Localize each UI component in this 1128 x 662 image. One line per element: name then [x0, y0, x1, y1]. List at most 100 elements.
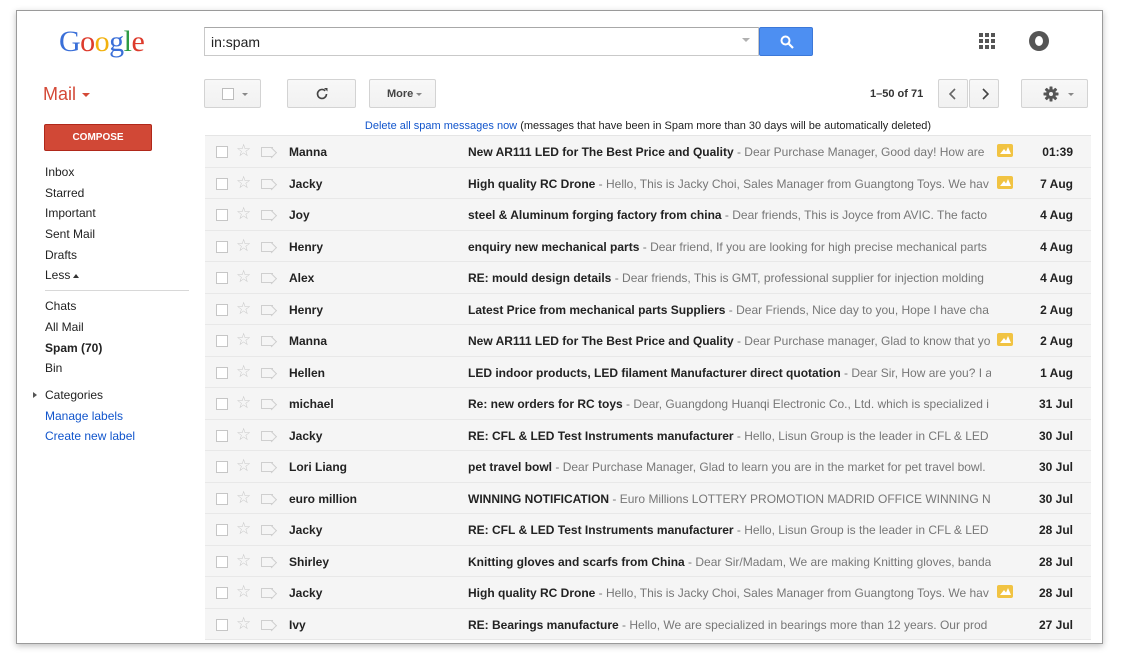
importance-marker-icon[interactable] [261, 556, 273, 567]
refresh-button[interactable] [287, 79, 356, 108]
google-logo[interactable]: Google [59, 25, 145, 59]
row-checkbox[interactable] [216, 618, 228, 631]
sidebar-item-drafts[interactable]: Drafts [45, 245, 195, 266]
row-checkbox[interactable] [216, 146, 228, 158]
row-checkbox[interactable] [216, 366, 228, 379]
star-icon[interactable]: ☆ [236, 362, 251, 381]
sidebar-item-categories[interactable]: Categories [33, 385, 195, 406]
importance-marker-icon[interactable] [261, 210, 273, 220]
account-avatar-icon[interactable] [1029, 31, 1049, 51]
newer-button[interactable] [938, 79, 968, 108]
sidebar-item-sent-mail[interactable]: Sent Mail [45, 224, 195, 245]
row-checkbox[interactable] [216, 492, 228, 505]
row-checkbox[interactable] [216, 524, 228, 536]
select-all-button[interactable] [204, 79, 261, 108]
star-icon[interactable]: ☆ [236, 205, 251, 223]
star-icon[interactable]: ☆ [236, 614, 251, 633]
importance-marker-icon[interactable] [261, 147, 273, 157]
row-checkbox[interactable] [216, 587, 228, 599]
star-icon[interactable]: ☆ [236, 236, 251, 255]
row-checkbox[interactable] [216, 555, 228, 568]
sidebar-item-chats[interactable]: Chats [45, 296, 195, 317]
star-icon[interactable]: ☆ [236, 299, 251, 318]
message-row[interactable]: ☆ Jacky High quality RC Drone - Hello, Thi… [205, 167, 1091, 199]
importance-marker-icon[interactable] [261, 367, 273, 378]
star-icon[interactable]: ☆ [236, 331, 251, 349]
settings-button[interactable] [1021, 79, 1088, 108]
search-box[interactable] [204, 27, 759, 56]
sidebar-item-important[interactable]: Important [45, 203, 195, 224]
sidebar-item-spam[interactable]: Spam (70) [45, 338, 195, 359]
message-row[interactable]: ☆ Jacky RE: CFL & LED Test Instruments man… [205, 514, 1091, 546]
message-subject: RE: CFL & LED Test Instruments manufactu… [468, 523, 734, 537]
importance-marker-icon[interactable] [261, 462, 273, 472]
star-icon[interactable]: ☆ [236, 394, 251, 412]
star-icon[interactable]: ☆ [236, 583, 251, 601]
message-row[interactable]: ☆ Manna New AR111 LED for The Best Price a… [205, 136, 1091, 168]
importance-marker-icon[interactable] [261, 399, 273, 409]
message-snippet: - Hello, We are specialized in bearings … [618, 617, 988, 632]
sidebar-item-inbox[interactable]: Inbox [45, 162, 195, 183]
expand-arrow-icon[interactable] [33, 391, 37, 398]
message-row[interactable]: ☆ Lori Liang pet travel bowl - Dear Purcha… [205, 451, 1091, 483]
message-row[interactable]: ☆ Shirley Knitting gloves and scarfs from … [205, 545, 1091, 577]
manage-labels-link[interactable]: Manage labels [45, 406, 195, 427]
message-row[interactable]: ☆ Manna New AR111 LED for The Best Price a… [205, 325, 1091, 357]
importance-marker-icon[interactable] [261, 588, 273, 598]
row-checkbox[interactable] [216, 240, 228, 253]
message-row[interactable]: ☆ Henry enquiry new mechanical parts - Dea… [205, 230, 1091, 262]
message-row[interactable]: ☆ Jacky RE: CFL & LED Test Instruments man… [205, 419, 1091, 451]
message-row[interactable]: ☆ Ivy RE: Bearings manufacture - Hello, We… [205, 608, 1091, 640]
message-row[interactable]: ☆ Alex RE: mould design details - Dear fri… [205, 262, 1091, 294]
sidebar-item-less[interactable]: Less [45, 265, 195, 286]
star-icon[interactable]: ☆ [236, 488, 251, 507]
importance-marker-icon[interactable] [261, 525, 273, 535]
older-button[interactable] [969, 79, 999, 108]
row-checkbox[interactable] [216, 272, 228, 284]
mail-switcher[interactable]: Mail [43, 84, 91, 105]
delete-all-spam-link[interactable]: Delete all spam messages now [365, 120, 517, 132]
star-icon[interactable]: ☆ [236, 142, 251, 160]
create-new-label-link[interactable]: Create new label [45, 426, 195, 447]
importance-marker-icon[interactable] [261, 178, 273, 189]
importance-marker-icon[interactable] [261, 430, 273, 441]
row-checkbox[interactable] [216, 429, 228, 442]
search-options-caret-icon[interactable] [742, 38, 750, 42]
search-input[interactable] [211, 28, 731, 55]
row-checkbox[interactable] [216, 209, 228, 221]
star-icon[interactable]: ☆ [236, 520, 251, 538]
star-icon[interactable]: ☆ [236, 173, 251, 192]
message-sender: Hellen [289, 365, 326, 380]
importance-marker-icon[interactable] [261, 619, 273, 630]
sidebar-item-all-mail[interactable]: All Mail [45, 317, 195, 338]
message-row[interactable]: ☆ Hellen LED indoor products, LED filament… [205, 356, 1091, 388]
chevron-down-icon [82, 93, 91, 98]
message-row[interactable]: ☆ Henry Latest Price from mechanical parts… [205, 293, 1091, 325]
message-sender: Jacky [289, 523, 323, 537]
sidebar-item-starred[interactable]: Starred [45, 183, 195, 204]
importance-marker-icon[interactable] [261, 336, 273, 346]
sidebar-item-bin[interactable]: Bin [45, 358, 195, 379]
importance-marker-icon[interactable] [261, 273, 273, 283]
row-checkbox[interactable] [216, 177, 228, 190]
more-button[interactable]: More [369, 79, 436, 108]
message-subject: New AR111 LED for The Best Price and Qua… [468, 334, 734, 348]
star-icon[interactable]: ☆ [236, 425, 251, 444]
message-row[interactable]: ☆ Joy steel & Aluminum forging factory fro… [205, 199, 1091, 231]
message-row[interactable]: ☆ Jacky High quality RC Drone - Hello, Thi… [205, 577, 1091, 609]
row-checkbox[interactable] [216, 461, 228, 473]
search-button[interactable] [759, 27, 813, 56]
star-icon[interactable]: ☆ [236, 551, 251, 570]
row-checkbox[interactable] [216, 398, 228, 410]
row-checkbox[interactable] [216, 303, 228, 316]
star-icon[interactable]: ☆ [236, 457, 251, 475]
apps-grid-icon[interactable] [979, 33, 995, 49]
message-row[interactable]: ☆ euro million WINNING NOTIFICATION - Euro… [205, 482, 1091, 514]
message-row[interactable]: ☆ michael Re: new orders for RC toys - Dea… [205, 388, 1091, 420]
compose-button[interactable]: COMPOSE [44, 124, 152, 151]
importance-marker-icon[interactable] [261, 493, 273, 504]
importance-marker-icon[interactable] [261, 304, 273, 315]
importance-marker-icon[interactable] [261, 241, 273, 252]
star-icon[interactable]: ☆ [236, 268, 251, 286]
row-checkbox[interactable] [216, 335, 228, 347]
